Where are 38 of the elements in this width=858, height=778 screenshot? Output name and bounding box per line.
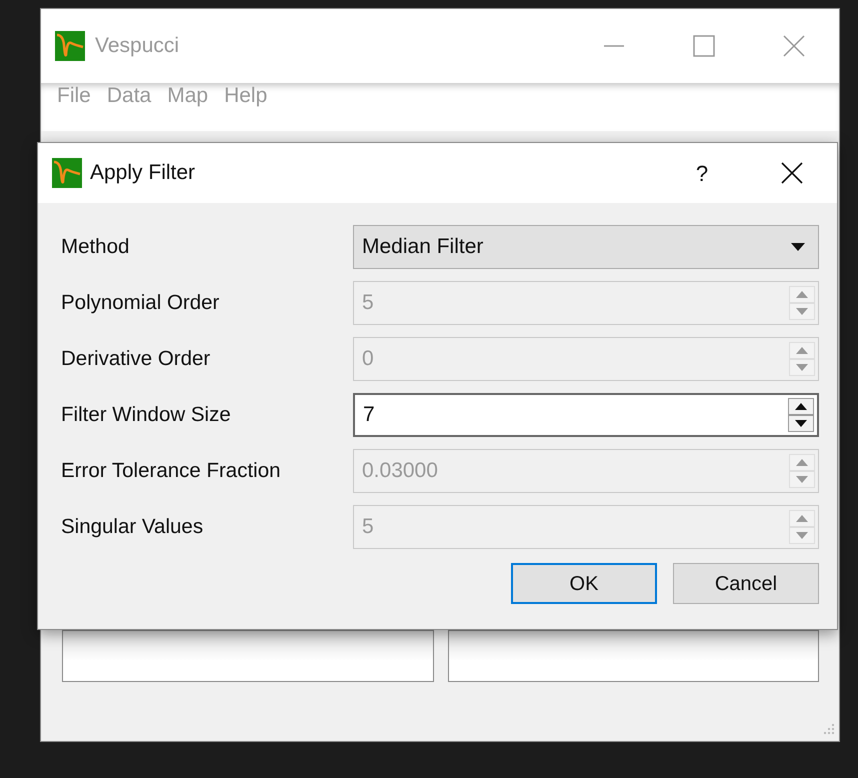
menu-item[interactable]: Data [98, 83, 160, 108]
down-arrow-icon [795, 420, 807, 427]
window-title: Vespucci [95, 33, 180, 60]
up-arrow-icon [796, 515, 808, 522]
up-arrow-icon [795, 403, 807, 410]
up-arrow-icon [796, 459, 808, 466]
spin-box[interactable]: 7 [353, 393, 819, 437]
resize-grip-icon [821, 723, 835, 737]
number-input[interactable]: 7 [363, 395, 788, 435]
down-arrow-icon [796, 476, 808, 483]
minimize-icon [603, 45, 625, 47]
close-icon [783, 35, 805, 57]
down-arrow-icon [796, 532, 808, 539]
spin-up-button[interactable] [788, 398, 814, 415]
close-icon [781, 162, 803, 184]
menu-item[interactable]: Map [159, 83, 216, 108]
dialog-title: Apply Filter [90, 160, 196, 186]
up-arrow-icon [796, 347, 808, 354]
dropdown-arrow-icon [790, 242, 806, 252]
down-arrow-icon [796, 364, 808, 371]
method-dropdown[interactable]: Median Filter [353, 225, 819, 269]
spin-down-button[interactable] [788, 415, 814, 432]
field-label: Error Tolerance Fraction [61, 458, 282, 484]
up-arrow-icon [796, 291, 808, 298]
field-label: Method [61, 234, 130, 260]
menu-item[interactable]: Help [216, 83, 276, 108]
down-arrow-icon [796, 308, 808, 315]
menu-item[interactable]: File [49, 83, 99, 108]
field-label: Filter Window Size [61, 402, 232, 428]
field-label: Singular Values [61, 514, 204, 540]
app-logo-icon [55, 31, 85, 61]
field-label: Derivative Order [61, 346, 212, 372]
app-logo-icon [52, 158, 82, 188]
dialog-button[interactable]: OK [511, 563, 657, 604]
dialog-button[interactable]: Cancel [673, 563, 819, 604]
field-label: Polynomial Order [61, 290, 220, 316]
maximize-icon [693, 35, 715, 57]
help-button[interactable]: ? [657, 148, 747, 198]
